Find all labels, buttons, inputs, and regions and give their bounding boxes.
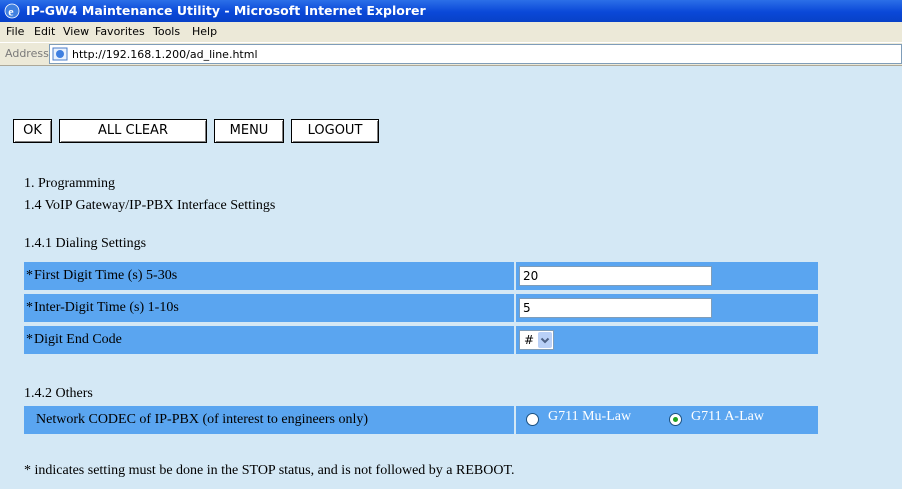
table-row: * First Digit Time (s) 5-30s 20 [24,262,818,290]
inter-digit-time-input[interactable]: 5 [519,298,712,318]
cell-divider [514,262,516,290]
row-label-cell: * First Digit Time (s) 5-30s [24,265,512,287]
all-clear-button-label: ALL CLEAR [98,123,168,138]
g711-a-law-label: G711 A-Law [691,409,764,424]
dialing-settings-title: 1.4.1 Dialing Settings [24,236,147,251]
svg-text:e: e [8,5,14,19]
logout-button-label: LOGOUT [307,123,363,138]
network-codec-label: Network CODEC of IP-PBX (of interest to … [36,412,369,427]
cell-divider [514,326,516,354]
first-digit-time-label: First Digit Time (s) 5-30s [34,268,178,283]
first-digit-time-input[interactable]: 20 [519,266,712,286]
ok-button[interactable]: OK [12,118,53,144]
table-row: Network CODEC of IP-PBX (of interest to … [24,406,818,434]
digit-end-code-select[interactable]: # [519,330,554,350]
browser-window: e IP-GW4 Maintenance Utility - Microsoft… [0,0,902,489]
menu-edit[interactable]: Edit [34,25,55,38]
table-row: * Inter-Digit Time (s) 1-10s 5 [24,294,818,322]
menu-tools[interactable]: Tools [153,25,180,38]
dropdown-arrow-icon [538,332,552,348]
page-content: OK ALL CLEAR MENU LOGOUT 1. Programming … [0,66,902,489]
required-marker: * [26,268,33,283]
g711-mu-law-radio[interactable] [526,413,539,426]
ie-logo-icon: e [4,3,20,19]
menu-button-label: MENU [229,123,269,138]
others-title: 1.4.2 Others [24,386,93,401]
logout-button[interactable]: LOGOUT [290,118,380,144]
footnote: * indicates setting must be done in the … [24,463,515,478]
required-marker: * [26,332,33,347]
cell-divider [514,406,516,434]
required-marker: * [26,300,33,315]
row-label-cell: Network CODEC of IP-PBX (of interest to … [24,409,512,431]
address-input[interactable]: http://192.168.1.200/ad_line.html [49,44,902,64]
all-clear-button[interactable]: ALL CLEAR [58,118,208,144]
page-icon [52,47,68,61]
address-bar: Address http://192.168.1.200/ad_line.htm… [0,42,902,66]
title-bar: e IP-GW4 Maintenance Utility - Microsoft… [0,0,902,22]
digit-end-code-value: # [524,333,535,347]
g711-a-law-radio[interactable] [669,413,682,426]
address-label: Address [5,47,49,60]
window-title: IP-GW4 Maintenance Utility - Microsoft I… [26,3,426,18]
menu-help[interactable]: Help [192,25,217,38]
menu-button[interactable]: MENU [213,118,285,144]
table-row: * Digit End Code # [24,326,818,354]
menu-view[interactable]: View [63,25,89,38]
ok-button-label: OK [23,123,42,138]
menu-file[interactable]: File [6,25,24,38]
menu-favorites[interactable]: Favorites [95,25,145,38]
cell-divider [514,294,516,322]
row-label-cell: * Digit End Code [24,329,512,351]
section-heading: 1. Programming [24,176,115,191]
digit-end-code-label: Digit End Code [34,332,122,347]
address-url: http://192.168.1.200/ad_line.html [72,48,258,61]
menu-bar: File Edit View Favorites Tools Help [0,22,902,42]
g711-mu-law-label: G711 Mu-Law [548,409,632,424]
page-title: 1.4 VoIP Gateway/IP-PBX Interface Settin… [24,198,276,213]
inter-digit-time-label: Inter-Digit Time (s) 1-10s [34,300,179,315]
row-label-cell: * Inter-Digit Time (s) 1-10s [24,297,512,319]
